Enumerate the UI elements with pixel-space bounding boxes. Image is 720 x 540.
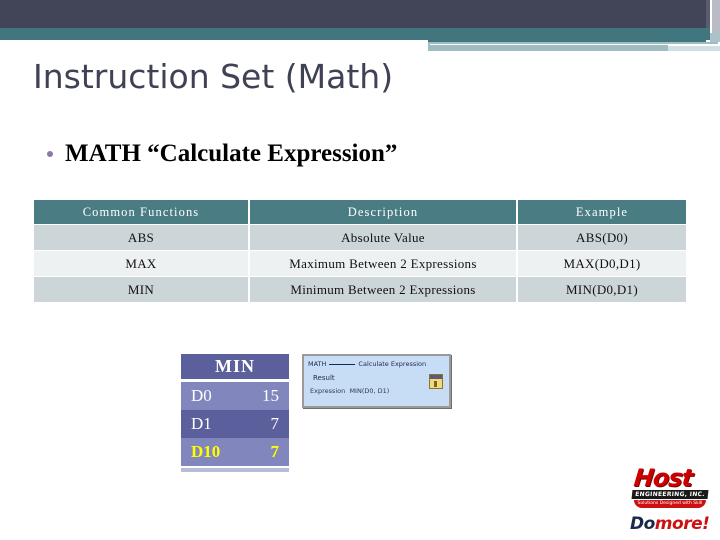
bullet-item-label: MATH “Calculate Expression” (65, 140, 398, 167)
header-teal-bar (0, 28, 706, 40)
cell-function: ABS (34, 225, 248, 250)
instruction-title-line: MATH Calculate Expression (308, 360, 426, 368)
instruction-expression-value: MIN(D0, D1) (349, 387, 390, 395)
header-pale-tail-2 (668, 51, 720, 56)
instruction-result-label: Result (313, 374, 335, 382)
instruction-subtitle: Calculate Expression (358, 360, 427, 368)
cell-description: Absolute Value (250, 225, 516, 250)
math-instruction-block: MATH Calculate Expression Result Expressi… (302, 354, 451, 408)
bullet-item: MATH “Calculate Expression” (47, 140, 397, 168)
keypad-icon-bar (434, 381, 437, 387)
bullet-dot-icon (47, 151, 53, 157)
cell-function: MAX (34, 251, 248, 276)
slide-header-decoration (0, 0, 720, 56)
header-dark-bar (0, 0, 706, 28)
header-white-gap-4 (0, 51, 668, 56)
min-table-header-row: MIN (181, 354, 289, 382)
instruction-dash-icon (329, 363, 356, 365)
cell-function: MIN (34, 277, 248, 302)
logo-tagline-text: Solutions Designed with Skill (634, 500, 706, 508)
min-row-value: 7 (235, 438, 289, 466)
logo-slogan: Domore! (630, 514, 710, 534)
page-title: Instruction Set (Math) (33, 57, 394, 96)
cell-example: MIN(D0,D1) (518, 277, 686, 302)
column-header-common-functions: Common Functions (34, 200, 248, 224)
min-table-row: D0 15 (181, 380, 289, 410)
min-table-row: D1 7 (181, 410, 289, 438)
logo-company-text: ENGINEERING, INC. (631, 490, 709, 499)
header-pale-bar-edge (710, 33, 720, 42)
min-table-title: MIN (181, 354, 289, 382)
cell-example: MAX(D0,D1) (518, 251, 686, 276)
column-header-description: Description (250, 200, 516, 224)
cell-description: Maximum Between 2 Expressions (250, 251, 516, 276)
min-table-row-highlighted: D10 7 (181, 438, 289, 466)
instruction-expression-line: Expression MIN(D0, D1) (310, 387, 389, 395)
logo-slogan-part-3: ! (702, 514, 710, 534)
logo-slogan-part-1: Do (630, 514, 655, 534)
table-row: ABS Absolute Value ABS(D0) (34, 225, 686, 250)
instruction-expression-label: Expression (310, 387, 346, 395)
min-result-table: MIN D0 15 D1 7 D10 7 (181, 354, 289, 466)
min-row-label: D0 (181, 380, 235, 410)
keypad-icon-top (430, 375, 442, 379)
table-header-row: Common Functions Description Example (34, 200, 686, 224)
min-row-value: 15 (235, 380, 289, 410)
instruction-title: MATH (308, 360, 327, 368)
header-gray-bar-edge (712, 0, 720, 36)
table-row: MAX Maximum Between 2 Expressions MAX(D0… (34, 251, 686, 276)
cell-description: Minimum Between 2 Expressions (250, 277, 516, 302)
table-row: MIN Minimum Between 2 Expressions MIN(D0… (34, 277, 686, 302)
logo-brand-text: Host (632, 464, 694, 492)
keypad-icon (429, 374, 443, 389)
min-row-label: D10 (181, 438, 235, 466)
column-header-example: Example (518, 200, 686, 224)
min-row-value: 7 (235, 410, 289, 438)
min-table-footer-bar (181, 468, 289, 472)
host-engineering-logo: Host ENGINEERING, INC. Solutions Designe… (630, 464, 714, 536)
common-functions-table: Common Functions Description Example ABS… (32, 199, 688, 303)
logo-slogan-part-2: more (654, 514, 703, 534)
cell-example: ABS(D0) (518, 225, 686, 250)
min-row-label: D1 (181, 410, 235, 438)
